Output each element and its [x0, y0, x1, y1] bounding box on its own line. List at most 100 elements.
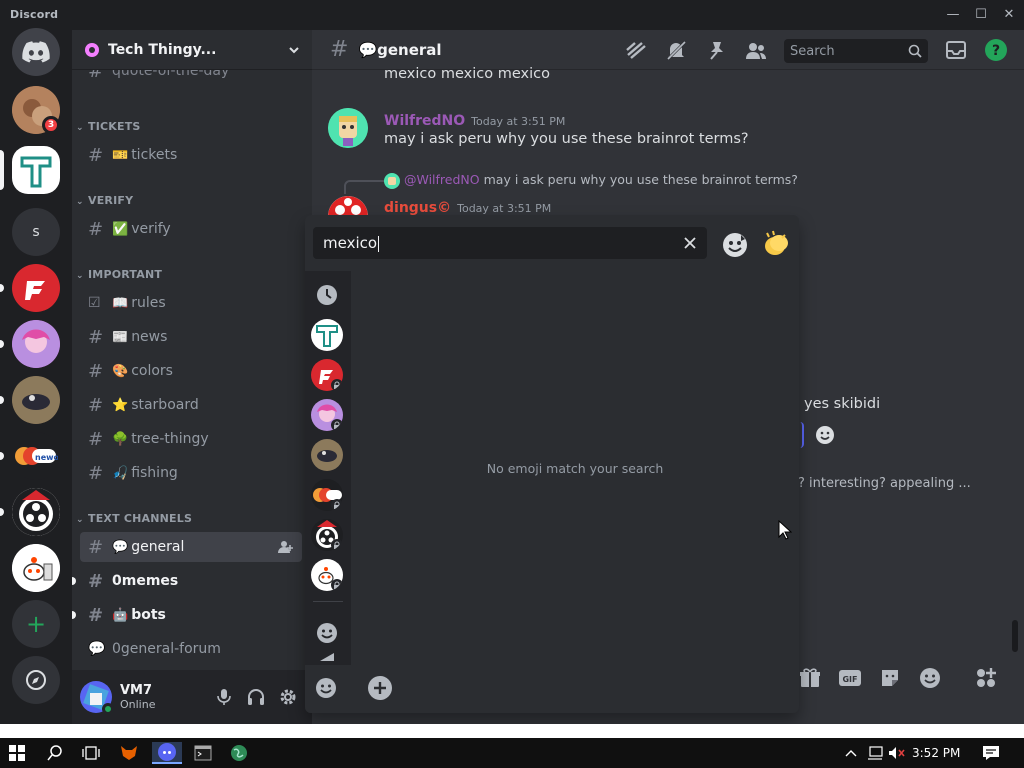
skin-tone-button[interactable]	[761, 229, 791, 259]
server-emoji-bird[interactable]	[311, 439, 343, 471]
avatar[interactable]	[80, 681, 114, 715]
server-emoji-anime[interactable]	[311, 399, 343, 431]
emoji-sticker-icon[interactable]	[721, 231, 749, 259]
show-hidden-icons-button[interactable]	[840, 742, 862, 764]
reply-preview[interactable]: @WilfredNO may i ask peru why you use the…	[384, 172, 798, 189]
username: VM7	[120, 683, 153, 698]
member-list-button[interactable]	[744, 38, 768, 62]
headphones-button[interactable]	[240, 681, 272, 713]
app-name: Discord	[10, 8, 59, 21]
search-button[interactable]	[44, 742, 66, 764]
notifications-button[interactable]	[980, 742, 1002, 764]
home-button[interactable]	[12, 28, 60, 76]
server-emoji-obs[interactable]	[311, 519, 343, 551]
server-header[interactable]: Tech Thingy...	[72, 30, 312, 70]
channel-colors[interactable]: # 🎨 colors	[80, 356, 302, 386]
channel-general[interactable]: # 💬 general	[80, 532, 302, 562]
server-s-icon[interactable]: s	[12, 208, 60, 256]
avatar[interactable]	[328, 108, 368, 148]
search-input[interactable]: Search	[784, 39, 928, 63]
taskbar-app-globe[interactable]	[228, 742, 250, 764]
channel-rules[interactable]: ☑ 📖 rules	[80, 288, 302, 318]
channel-tickets[interactable]: # 🎫 tickets	[80, 140, 302, 170]
explore-servers-button[interactable]	[12, 656, 60, 704]
taskbar-app-terminal[interactable]	[192, 742, 214, 764]
clear-search-button[interactable]	[683, 236, 697, 250]
volume-button[interactable]	[886, 742, 908, 764]
channel-0general-forum[interactable]: 💬 0general-forum	[80, 634, 302, 664]
channel-fishing[interactable]: # 🎣 fishing	[80, 458, 302, 488]
add-reaction-button[interactable]	[814, 424, 838, 448]
start-button[interactable]	[6, 742, 28, 764]
channel-verify[interactable]: # ✅ verify	[80, 214, 302, 244]
lock-icon	[331, 379, 343, 391]
clock-icon	[317, 285, 337, 305]
window-bottom-edge	[0, 724, 1024, 738]
terminal-icon	[194, 745, 212, 761]
mute-notifications-button[interactable]	[664, 38, 688, 62]
add-server-button[interactable]: +	[12, 600, 60, 648]
channel-0memes[interactable]: #0memes	[72, 566, 302, 596]
bell-muted-icon	[666, 40, 687, 61]
leaf-icon	[320, 653, 334, 661]
apps-button[interactable]	[974, 666, 998, 690]
channel-news[interactable]: # 📰 news	[80, 322, 302, 352]
server-newo-icon[interactable]: newo	[12, 432, 60, 480]
server-emoji-tech-thingy[interactable]	[311, 319, 343, 351]
channel-bots[interactable]: # 🤖 bots	[72, 600, 302, 630]
pinned-messages-button[interactable]	[704, 38, 728, 62]
server-anime-icon[interactable]	[12, 320, 60, 368]
add-emoji-button[interactable]	[367, 675, 393, 701]
channel-tree-thingy[interactable]: # 🌳 tree-thingy	[80, 424, 302, 454]
network-icon	[868, 746, 883, 760]
taskbar-app-discord[interactable]	[152, 742, 182, 764]
message-author[interactable]: dingus©	[384, 200, 451, 216]
emoji-search-input[interactable]: mexico	[313, 227, 707, 259]
task-view-button[interactable]	[80, 742, 102, 764]
notification-icon	[983, 746, 999, 760]
channel-starboard[interactable]: # ⭐ starboard	[80, 390, 302, 420]
message-author[interactable]: WilfredNO	[384, 113, 465, 129]
category-important[interactable]: ⌄ IMPORTANT	[76, 268, 162, 281]
category-text-channels[interactable]: ⌄ TEXT CHANNELS	[76, 512, 192, 525]
emoji-results: No emoji match your search	[351, 271, 799, 665]
microphone-button[interactable]	[208, 681, 240, 713]
threads-button[interactable]	[624, 38, 648, 62]
minimize-button[interactable]: —	[944, 6, 962, 24]
channel-quote-of-the-day[interactable]: # quote-of-the-day	[80, 70, 302, 86]
taskbar-app-fox[interactable]	[118, 742, 140, 764]
recent-emoji-category[interactable]	[311, 279, 343, 311]
sticker-button[interactable]	[878, 666, 902, 690]
chevron-down-icon	[289, 46, 299, 53]
smile-icon	[816, 426, 834, 444]
people-emoji-category[interactable]	[311, 617, 343, 649]
smile-icon	[316, 678, 336, 698]
server-tech-thingy-icon[interactable]	[12, 146, 60, 194]
server-reddit-icon[interactable]	[12, 544, 60, 592]
scrollbar-thumb[interactable]	[1012, 620, 1018, 652]
gif-button[interactable]: GIF	[838, 666, 862, 690]
nature-emoji-category[interactable]	[311, 651, 343, 665]
message-header: WilfredNO Today at 3:51 PM	[384, 110, 565, 129]
globe-icon	[231, 745, 247, 761]
server-obs-icon[interactable]	[12, 488, 60, 536]
emoji-button[interactable]	[918, 666, 942, 690]
server-bird-icon[interactable]	[12, 376, 60, 424]
invite-icon[interactable]	[278, 540, 294, 554]
help-icon: ?	[985, 39, 1007, 61]
taskbar-clock[interactable]: 3:52 PM	[912, 746, 960, 760]
close-window-button[interactable]: ✕	[1000, 6, 1018, 24]
category-tickets[interactable]: ⌄ TICKETS	[76, 120, 141, 133]
settings-button[interactable]	[272, 681, 304, 713]
category-verify[interactable]: ⌄ VERIFY	[76, 194, 133, 207]
server-emoji-reddit[interactable]	[311, 559, 343, 591]
network-button[interactable]	[864, 742, 886, 764]
server-emoji-newo[interactable]	[311, 479, 343, 511]
server-emoji-red[interactable]	[311, 359, 343, 391]
help-button[interactable]: ?	[984, 38, 1008, 62]
inbox-button[interactable]	[944, 38, 968, 62]
selected-server-pill	[0, 150, 4, 190]
gift-button[interactable]	[798, 666, 822, 690]
maximize-button[interactable]: ☐	[972, 6, 990, 24]
server-red-icon[interactable]	[12, 264, 60, 312]
